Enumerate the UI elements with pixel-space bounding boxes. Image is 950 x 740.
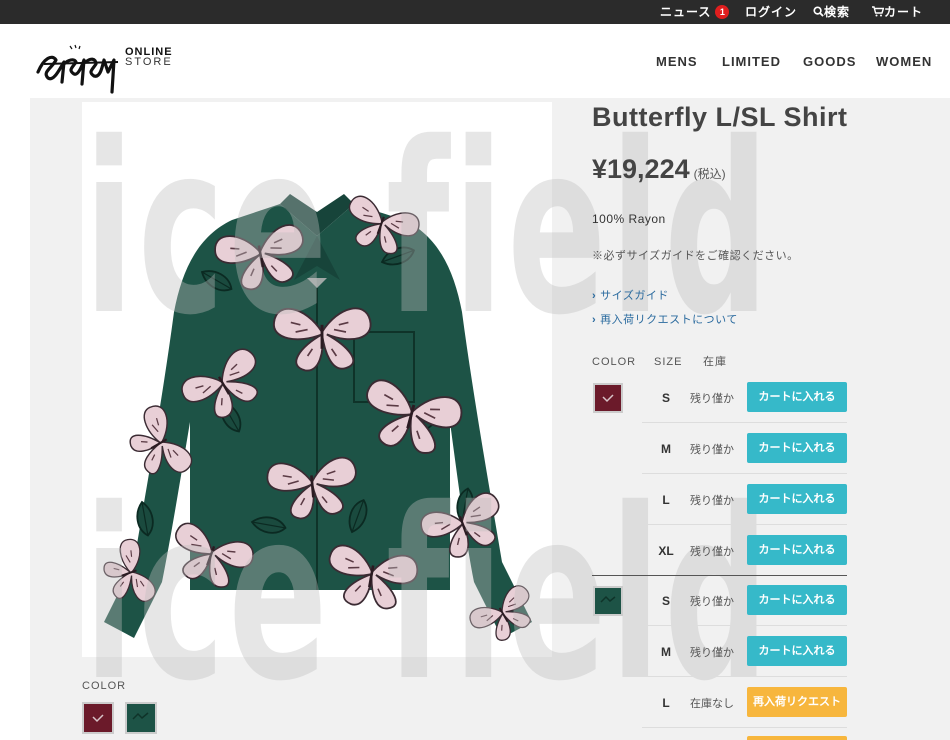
cart-label: カート bbox=[884, 5, 924, 19]
size-label: L bbox=[662, 493, 670, 507]
size-label: L bbox=[662, 696, 670, 710]
color-section-label: COLOR bbox=[82, 680, 127, 692]
login-link[interactable]: ログイン bbox=[745, 0, 797, 24]
size-label: M bbox=[661, 442, 671, 456]
size-label: S bbox=[661, 391, 670, 405]
product-material: 100% Rayon bbox=[592, 212, 666, 226]
size-label: S bbox=[661, 594, 670, 608]
table-header-size: SIZE bbox=[654, 356, 683, 368]
top-bar: ニュース 1 ログイン 検索 カート bbox=[0, 0, 950, 24]
stock-status: 在庫なし bbox=[690, 698, 734, 710]
row-divider bbox=[642, 422, 847, 423]
price-value: ¥19,224 bbox=[592, 154, 690, 184]
nav-goods[interactable]: GOODS bbox=[803, 54, 856, 69]
size-guide-label: サイズガイド bbox=[600, 290, 669, 302]
shirt-icon bbox=[602, 394, 614, 403]
shirt-illustration bbox=[95, 191, 544, 652]
news-label: ニュース bbox=[660, 5, 712, 19]
nav-limited[interactable]: LIMITED bbox=[722, 54, 781, 69]
site-header: ONLINE STORE MENS LIMITED GOODS WOMEN bbox=[0, 24, 950, 98]
row-divider bbox=[642, 625, 847, 626]
size-label: M bbox=[661, 645, 671, 659]
cart-icon bbox=[872, 6, 885, 17]
add-to-cart-button[interactable]: カートに入れる bbox=[747, 484, 847, 514]
size-guide-link[interactable]: › サイズガイド bbox=[592, 287, 669, 303]
row-divider bbox=[642, 727, 847, 728]
color-swatch-burgundy[interactable] bbox=[593, 383, 623, 413]
search-label: 検索 bbox=[824, 5, 851, 19]
restock-info-link[interactable]: › 再入荷リクエストについて bbox=[592, 311, 738, 327]
add-to-cart-button[interactable]: カートに入れる bbox=[747, 535, 847, 565]
logo-store: STORE bbox=[125, 56, 173, 68]
chevron-right-icon: › bbox=[592, 314, 597, 326]
size-label: XL bbox=[658, 544, 674, 558]
cart-link[interactable]: カート bbox=[872, 0, 923, 24]
restock-info-label: 再入荷リクエストについて bbox=[600, 314, 738, 326]
stock-status: 残り僅か bbox=[690, 444, 734, 456]
search-link[interactable]: 検索 bbox=[813, 0, 850, 24]
table-header-color: COLOR bbox=[592, 356, 637, 368]
nav-mens[interactable]: MENS bbox=[656, 54, 698, 69]
search-icon bbox=[813, 6, 824, 17]
stock-status: 残り僅か bbox=[690, 393, 734, 405]
product-image[interactable] bbox=[82, 102, 552, 657]
color-thumb-green[interactable] bbox=[125, 702, 157, 734]
size-notice: ※必ずサイズガイドをご確認ください。 bbox=[592, 250, 799, 262]
stock-status: 残り僅か bbox=[690, 495, 734, 507]
news-link[interactable]: ニュース 1 bbox=[660, 0, 730, 24]
stock-status: 残り僅か bbox=[690, 596, 734, 608]
row-divider bbox=[642, 524, 847, 525]
add-to-cart-button[interactable]: カートに入れる bbox=[747, 585, 847, 615]
color-group-divider bbox=[592, 575, 847, 576]
news-count-badge: 1 bbox=[715, 5, 730, 19]
chevron-right-icon: › bbox=[592, 290, 597, 302]
color-thumb-burgundy[interactable] bbox=[82, 702, 114, 734]
row-divider bbox=[642, 676, 847, 677]
stock-status: 残り僅か bbox=[690, 647, 734, 659]
restock-request-button-partial[interactable] bbox=[747, 736, 847, 740]
add-to-cart-button[interactable]: カートに入れる bbox=[747, 636, 847, 666]
row-divider bbox=[642, 473, 847, 474]
product-title: Butterfly L/SL Shirt bbox=[592, 102, 848, 132]
nav-women[interactable]: WOMEN bbox=[876, 54, 932, 69]
add-to-cart-button[interactable]: カートに入れる bbox=[747, 433, 847, 463]
shirt-icon bbox=[600, 595, 616, 603]
add-to-cart-button[interactable]: カートに入れる bbox=[747, 382, 847, 412]
table-header-stock: 在庫 bbox=[703, 356, 727, 368]
tax-note: (税込) bbox=[693, 167, 726, 181]
color-swatch-green[interactable] bbox=[593, 586, 623, 616]
shirt-thumb-icon bbox=[92, 714, 104, 723]
stock-status: 残り僅か bbox=[690, 546, 734, 558]
product-price: ¥19,224 (税込) bbox=[592, 154, 726, 185]
logo-wordmark: ONLINE STORE bbox=[125, 47, 173, 68]
restock-request-button[interactable]: 再入荷リクエスト bbox=[747, 687, 847, 717]
stussy-logo[interactable] bbox=[34, 38, 124, 94]
shirt-thumb-icon bbox=[132, 712, 149, 720]
